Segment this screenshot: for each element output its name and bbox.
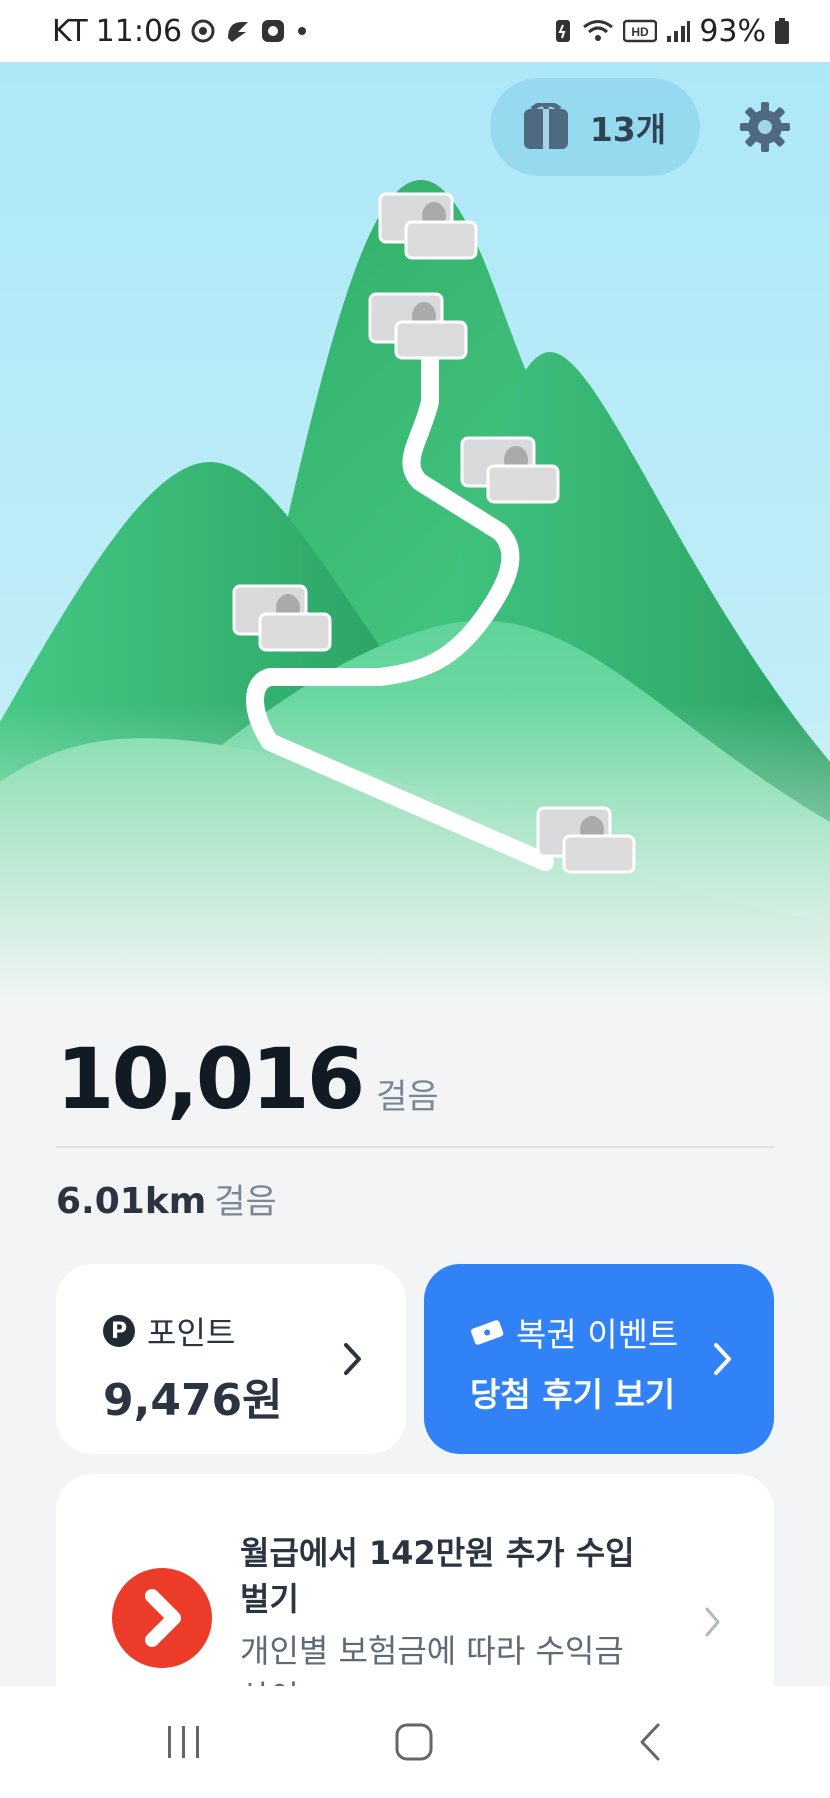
distance-summary: 6.01km 걸음 <box>56 1174 277 1223</box>
battery-icon <box>775 18 789 44</box>
top-bar: 13개 <box>0 78 830 178</box>
app-notification-icon <box>228 22 249 42</box>
lottery-title: 복권 이벤트 <box>516 1315 679 1354</box>
dot-icon <box>298 27 307 35</box>
checkpoint-3[interactable] <box>460 436 560 506</box>
lottery-title-row: 복권 이벤트 <box>470 1308 678 1356</box>
checkpoint-4[interactable] <box>232 584 332 654</box>
status-right: HD 93% <box>553 14 790 49</box>
home-icon[interactable] <box>394 1722 434 1762</box>
checkpoint-1[interactable] <box>378 192 478 262</box>
recent-apps-icon[interactable] <box>164 1722 204 1762</box>
signal-icon <box>667 21 691 42</box>
ticket-count-button[interactable]: 13개 <box>490 78 700 176</box>
chevron-right-icon <box>714 1343 731 1375</box>
distance-unit: 걸음 <box>214 1182 277 1222</box>
wifi-icon <box>583 20 614 41</box>
checkpoint-5[interactable] <box>536 806 636 876</box>
points-label: 포인트 <box>147 1314 236 1352</box>
points-label-row: P 포인트 <box>103 1308 235 1354</box>
status-left: KT 11:06 <box>52 14 308 49</box>
back-icon[interactable] <box>634 1722 664 1762</box>
clock: 11:06 <box>95 13 183 49</box>
ticket-tag-icon <box>471 1320 504 1345</box>
settings-notification-icon <box>191 19 215 43</box>
chevron-right-icon <box>705 1607 720 1637</box>
hd-voice-icon: HD <box>623 19 658 43</box>
steps-unit: 걸음 <box>376 1077 439 1117</box>
promo-title: 월급에서 142만원 추가 수입벌기 <box>240 1534 635 1618</box>
svg-text:HD: HD <box>632 25 650 39</box>
chevron-right-icon <box>344 1343 361 1375</box>
divider <box>56 1146 774 1148</box>
points-value: 9,476원 <box>103 1375 283 1426</box>
ticket-icon <box>523 103 568 149</box>
steps-summary: 10,016 걸음 <box>56 1030 439 1128</box>
checkpoint-2[interactable] <box>368 292 468 362</box>
promo-logo-icon <box>112 1568 212 1668</box>
chat-notification-icon <box>262 20 285 42</box>
points-card[interactable]: P 포인트 9,476원 <box>56 1264 406 1454</box>
settings-gear-icon[interactable] <box>738 100 792 154</box>
points-badge-icon: P <box>103 1315 135 1347</box>
distance-value: 6.01km <box>56 1181 207 1222</box>
status-bar: KT 11:06 HD 93% <box>0 0 830 62</box>
lottery-subtitle: 당첨 후기 보기 <box>470 1375 676 1414</box>
ticket-count: 13개 <box>589 110 667 149</box>
system-nav-bar <box>0 1686 830 1798</box>
lottery-event-card[interactable]: 복권 이벤트 당첨 후기 보기 <box>424 1264 774 1454</box>
battery-percent: 93% <box>699 13 766 49</box>
battery-saver-icon <box>556 20 571 42</box>
mountain-scene <box>0 62 830 1002</box>
carrier-label: KT <box>52 13 88 49</box>
steps-count: 10,016 <box>56 1030 365 1128</box>
